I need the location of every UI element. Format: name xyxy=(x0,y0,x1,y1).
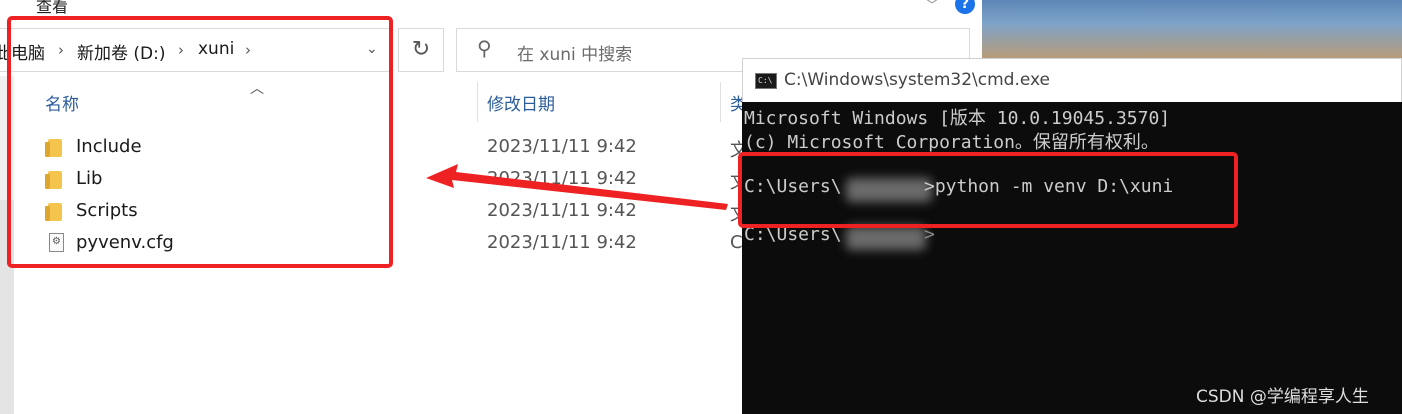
desktop-wallpaper xyxy=(982,0,1402,58)
column-divider[interactable] xyxy=(477,82,478,122)
collapse-ribbon-icon[interactable]: ﹀ xyxy=(924,0,940,16)
console-line-copyright: (c) Microsoft Corporation。保留所有权利。 xyxy=(744,132,1159,153)
cmd-title-bar[interactable]: C:\ C:\Windows\system32\cmd.exe xyxy=(742,58,1402,102)
console-icon: C:\ xyxy=(755,73,777,89)
highlight-box-command xyxy=(738,152,1238,228)
console-line-version: Microsoft Windows [版本 10.0.19045.3570] xyxy=(744,108,1171,129)
search-icon: ⚲ xyxy=(477,36,492,60)
refresh-button[interactable]: ↻ xyxy=(398,28,444,72)
search-placeholder: 在 xuni 中搜索 xyxy=(517,45,633,65)
cmd-window-title: C:\Windows\system32\cmd.exe xyxy=(784,70,1051,90)
item-date: 2023/11/11 9:42 xyxy=(487,136,637,157)
help-icon[interactable]: ? xyxy=(955,0,975,14)
refresh-icon: ↻ xyxy=(411,37,431,62)
item-date: 2023/11/11 9:42 xyxy=(487,232,637,253)
cmd-window: C:\ C:\Windows\system32\cmd.exe Microsof… xyxy=(738,58,1402,414)
highlight-box-explorer xyxy=(7,16,393,268)
item-date: 2023/11/11 9:42 xyxy=(487,200,637,221)
item-date: 2023/11/11 9:42 xyxy=(487,168,637,189)
ribbon-tab-view[interactable]: 查看 xyxy=(36,0,68,17)
column-divider[interactable] xyxy=(720,82,721,122)
column-header-date[interactable]: 修改日期 xyxy=(487,90,555,115)
redacted-username xyxy=(846,226,926,250)
watermark: CSDN @学编程享人生 xyxy=(1196,387,1369,407)
